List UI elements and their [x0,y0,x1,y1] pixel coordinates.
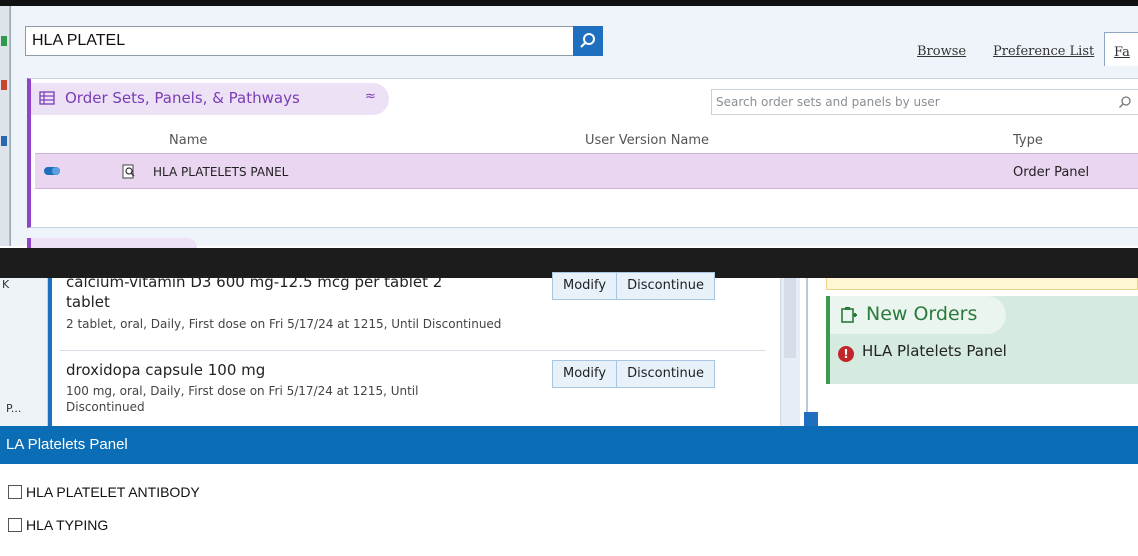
pane-splitter[interactable] [806,278,808,426]
tab-preference-list[interactable]: Preference List [993,44,1094,59]
hla-option-label: HLA PLATELET ANTIBODY [26,484,200,500]
order-search-window: Browse Preference List Fa Order Sets, Pa… [10,6,1138,258]
hla-panel-body: HLA PLATELET ANTIBODY HLA TYPING [0,464,1138,556]
discontinue-button[interactable]: Discontinue [617,360,715,388]
hla-typing-checkbox[interactable] [8,518,22,532]
hla-panel-header: LA Platelets Panel [0,426,1138,464]
medication-detail-cont: Discontinued [66,400,145,414]
medications-area: K P... calcium-vitamin D3 600 mg-12.5 mc… [0,272,1138,426]
order-sets-panel: Order Sets, Panels, & Pathways ≈ Name Us… [27,78,1138,228]
order-set-row[interactable]: HLA PLATELETS PANEL Order Panel [35,153,1138,189]
tab-favorites-label: Fa [1114,45,1130,60]
order-sets-user-search-input[interactable] [712,90,1138,114]
left-nav-label-bottom[interactable]: P... [6,402,21,415]
modify-button[interactable]: Modify [552,272,618,300]
blue-marker-icon [1,136,7,146]
patient-alert-banner [826,278,1138,290]
medications-section-bar [48,278,52,426]
green-marker-icon [1,36,7,46]
pill-icon [44,167,60,175]
order-search-box[interactable] [25,26,583,56]
new-orders-clipboard-icon [841,307,857,323]
red-marker-icon [1,80,7,90]
new-orders-header[interactable]: New Orders [830,296,1006,334]
column-header-user-version-name[interactable]: User Version Name [585,133,709,148]
search-icon [580,33,595,48]
modify-button[interactable]: Modify [552,360,618,388]
new-orders-section: New Orders ! HLA Platelets Panel [826,296,1138,384]
left-nav-label-top: K [2,278,10,291]
hla-option-row[interactable]: HLA PLATELET ANTIBODY [8,482,200,502]
preview-icon[interactable] [121,164,137,180]
order-set-type: Order Panel [1013,165,1090,180]
order-summary-pane: New Orders ! HLA Platelets Panel [820,278,1138,426]
order-set-name: HLA PLATELETS PANEL [153,165,289,179]
tab-favorites[interactable]: Fa [1104,32,1138,66]
tab-browse[interactable]: Browse [917,44,966,59]
hla-option-label: HLA TYPING [26,517,109,533]
column-header-type[interactable]: Type [1013,133,1043,148]
hla-panel-title: LA Platelets Panel [6,436,128,453]
new-orders-title: New Orders [866,303,978,325]
discontinue-button[interactable]: Discontinue [617,272,715,300]
left-nav-edge: K P... [0,278,48,426]
hla-option-row[interactable]: HLA TYPING [8,515,108,535]
medication-detail: 2 tablet, oral, Daily, First dose on Fri… [66,317,502,331]
new-order-item[interactable]: ! HLA Platelets Panel [838,342,1007,362]
medication-actions: Modify Discontinue [552,272,715,300]
new-order-item-label: HLA Platelets Panel [862,342,1007,360]
search-button[interactable] [573,26,603,56]
order-sets-title: Order Sets, Panels, & Pathways [65,89,300,107]
medication-actions: Modify Discontinue [552,360,715,388]
divider [60,350,766,351]
search-icon [1119,96,1131,108]
scrollbar-thumb[interactable] [784,278,796,358]
order-set-list-icon [39,91,55,105]
collapse-chevron-icon[interactable]: ≈ [365,89,376,104]
warning-icon: ! [838,346,854,362]
order-sets-user-search[interactable] [711,89,1138,115]
hla-platelet-antibody-checkbox[interactable] [8,485,22,499]
order-search-input[interactable] [26,27,582,55]
pane-splitter-handle[interactable] [804,412,818,426]
order-sets-header[interactable]: Order Sets, Panels, & Pathways ≈ [31,83,389,115]
column-header-name[interactable]: Name [169,133,207,148]
left-toolbar-strip [0,6,10,246]
